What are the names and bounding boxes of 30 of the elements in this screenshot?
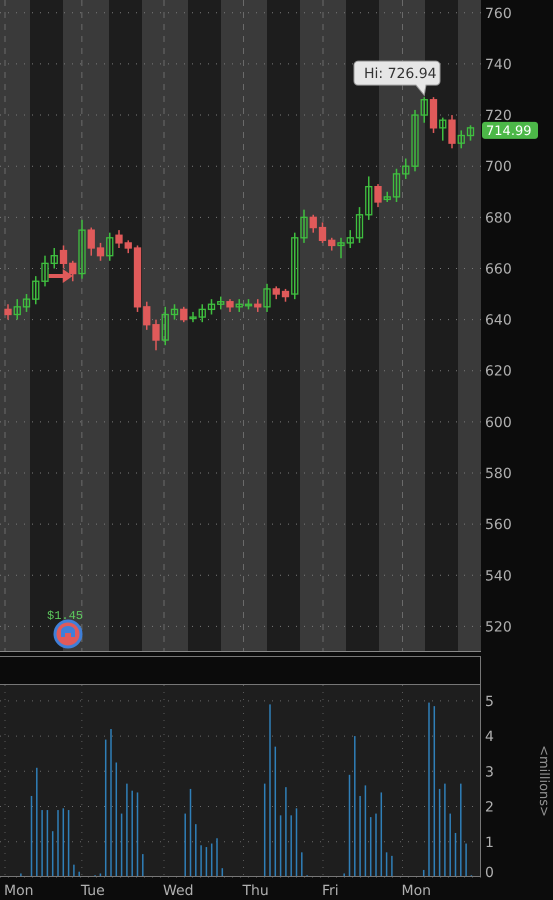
axis-label: 560 bbox=[485, 517, 512, 534]
axis-label: 740 bbox=[485, 56, 512, 73]
axis-label: Mon bbox=[4, 883, 34, 899]
unit-label: <millions> bbox=[536, 745, 551, 817]
axis-label: Tue bbox=[80, 883, 105, 899]
axis-label: 720 bbox=[485, 108, 512, 124]
axis-label: 4 bbox=[485, 729, 494, 746]
axis-label: Thu bbox=[242, 883, 269, 899]
axis-label: 3 bbox=[485, 764, 494, 780]
axis-label: 640 bbox=[485, 312, 512, 329]
last-price-label: 714.99 bbox=[482, 122, 538, 139]
axis-label: 0 bbox=[485, 865, 494, 881]
axis-label: 1 bbox=[485, 834, 494, 851]
axis-label: 520 bbox=[485, 619, 512, 636]
axis-label: 700 bbox=[485, 159, 512, 176]
axis-label: 760 bbox=[485, 6, 512, 22]
axis-label: 2 bbox=[485, 800, 494, 816]
dividend-amount: $1.45 bbox=[47, 609, 84, 623]
axis-label: 5 bbox=[485, 694, 494, 710]
axis-label: 660 bbox=[485, 261, 512, 278]
axis-label: Wed bbox=[163, 883, 194, 899]
high-price-callout: Hi: 726.94 bbox=[354, 60, 440, 96]
axis-label: 680 bbox=[485, 210, 512, 226]
annotation: Hi: 726.94 bbox=[364, 66, 437, 82]
axis-label: Mon bbox=[402, 883, 432, 899]
axis-label: 620 bbox=[485, 364, 512, 380]
axis-label: 600 bbox=[485, 414, 512, 431]
axis-label: Fri bbox=[322, 883, 339, 899]
axis-label: 580 bbox=[485, 466, 512, 482]
axis-label: 540 bbox=[485, 568, 512, 584]
